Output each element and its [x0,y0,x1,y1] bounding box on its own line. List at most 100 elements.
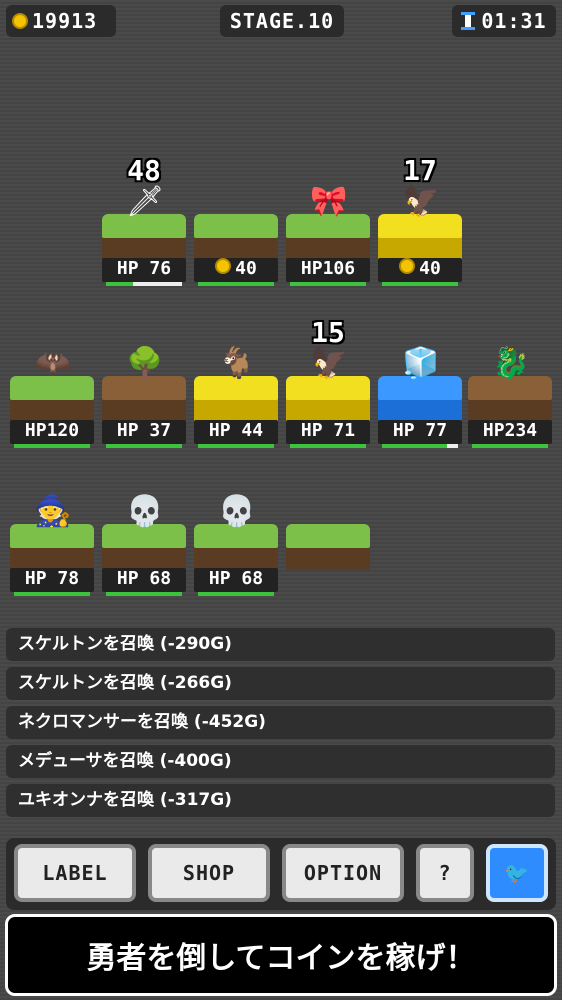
shop-button[interactable]: SHOP [148,844,270,902]
grass-block [286,524,370,570]
log-entry: スケルトンを召喚 (-266G) [6,667,555,700]
monster-sprite-icon: 🌳 [126,346,164,381]
hp-label: HP234 [468,420,552,444]
label-text: HP 37 [116,420,172,441]
hp-bar-fill [106,444,182,448]
monster-sprite-icon: 🧙 [34,494,72,529]
hp-bar-fill [14,444,90,448]
hp-bar-fill [106,282,133,286]
coin-icon [399,258,416,274]
hp-bar [106,592,182,596]
label-text: 40 [235,258,257,279]
hp-bar-fill [382,444,447,448]
grass-block [194,524,278,570]
hp-label: HP 71 [286,420,370,444]
twitter-button[interactable]: 🐦 [486,844,548,902]
hp-bar [106,282,182,286]
monster-sprite-icon: 💀 [126,494,164,529]
hp-bar [472,444,548,448]
label-text: HP 68 [116,568,172,589]
twitter-bird-icon: 🐦 [504,861,530,885]
gold-block [194,376,278,422]
monster-sprite-icon: 🦅 [310,346,348,381]
water-block [378,376,462,422]
coin-counter: 19913 [6,5,116,37]
hp-bar [14,592,90,596]
hp-bar-fill [198,592,274,596]
gold-block [378,214,462,260]
hp-bar [382,444,458,448]
damage-number: 17 [403,154,437,187]
timer-value: 01:31 [481,9,547,33]
hp-bar-fill [106,592,182,596]
timer: 01:31 [452,5,556,37]
dirt-block [468,376,552,422]
ad-banner[interactable]: 勇者を倒してコインを稼げ！ [5,914,557,996]
label-text: HP 68 [208,568,264,589]
hp-bar-fill [290,444,366,448]
grass-block [10,524,94,570]
monster-sprite-icon: 🦇 [34,346,72,381]
grass-block [194,214,278,260]
hp-bar-fill [290,282,366,286]
hp-bar [290,444,366,448]
hp-bar-fill [198,444,274,448]
stage-indicator: STAGE.10 [220,5,344,37]
hp-bar [382,282,458,286]
monster-sprite-icon: 🐉 [492,346,530,381]
dirt-block [102,376,186,422]
top-bar: 19913 STAGE.10 01:31 [6,5,556,37]
coin-count: 19913 [32,9,98,33]
damage-number: 48 [127,154,161,187]
log-entry: メデューサを召喚 (-400G) [6,745,555,778]
option-button[interactable]: OPTION [282,844,404,902]
label-text: HP 77 [392,420,448,441]
hp-label: HP 68 [102,568,186,592]
label-text: HP 78 [24,568,80,589]
log-entry: スケルトンを召喚 (-290G) [6,628,555,661]
hp-bar-fill [198,282,274,286]
hp-label: HP 37 [102,420,186,444]
coin-reward-label: 40 [378,258,462,282]
gold-block [286,376,370,422]
grass-block [102,214,186,260]
hp-bar [198,444,274,448]
monster-sprite-icon: 🦅 [402,184,440,219]
hp-bar-fill [14,592,90,596]
label-text: HP 76 [116,258,172,279]
hp-bar [290,282,366,286]
label-text: HP 44 [208,420,264,441]
coin-reward-label: 40 [194,258,278,282]
grass-block [10,376,94,422]
hp-label: HP 76 [102,258,186,282]
log-entry: ユキオンナを召喚 (-317G) [6,784,555,817]
hourglass-icon [461,12,476,30]
log-entry: ネクロマンサーを召喚 (-452G) [6,706,555,739]
event-log: スケルトンを召喚 (-290G) スケルトンを召喚 (-266G) ネクロマンサ… [6,628,555,823]
label-text: HP106 [300,258,356,279]
hp-label: HP120 [10,420,94,444]
hp-bar-fill [382,282,458,286]
grass-block [286,214,370,260]
hp-label: HP 77 [378,420,462,444]
damage-number: 15 [311,316,345,349]
label-text: HP234 [482,420,538,441]
stage-label: STAGE.10 [229,9,335,33]
label-text: HP 71 [300,420,356,441]
banner-text: 勇者を倒してコインを稼げ！ [86,941,476,976]
hp-label: HP 78 [10,568,94,592]
hp-label: HP 44 [194,420,278,444]
hp-bar [198,592,274,596]
monster-sprite-icon: 🗡 [126,184,165,219]
help-button[interactable]: ? [416,844,474,902]
monster-sprite-icon: 🧊 [402,346,440,381]
coin-icon [215,258,232,274]
label-text: HP120 [24,420,80,441]
grass-block [102,524,186,570]
label-text: 40 [419,258,441,279]
monster-sprite-icon: 🐐 [218,346,256,381]
hp-bar [198,282,274,286]
hp-label: HP106 [286,258,370,282]
hp-bar-fill [472,444,548,448]
label-button[interactable]: LABEL [14,844,136,902]
